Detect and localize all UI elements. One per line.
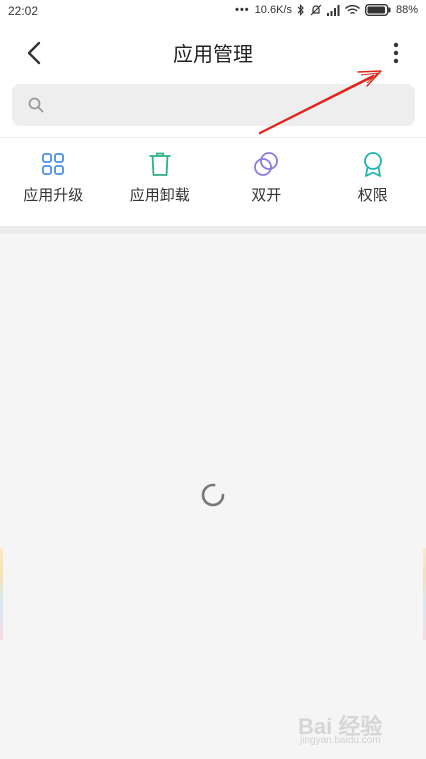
action-app-uninstall[interactable]: 应用卸载 bbox=[107, 150, 214, 220]
title-bar: 应用管理 bbox=[0, 24, 426, 82]
trash-icon bbox=[148, 152, 171, 176]
action-label-permissions: 权限 bbox=[357, 186, 388, 204]
notification-dots: ••• bbox=[235, 4, 250, 16]
action-permissions[interactable]: 权限 bbox=[320, 150, 426, 220]
page-title: 应用管理 bbox=[173, 42, 253, 66]
dual-circle-icon bbox=[254, 152, 279, 176]
more-options-icon[interactable] bbox=[386, 36, 406, 70]
battery-percent: 88% bbox=[395, 4, 418, 16]
action-label-dual: 双开 bbox=[251, 186, 282, 204]
grid-icon bbox=[42, 153, 65, 175]
status-bar: 22:02 ••• 10.6K/s 88% bbox=[0, 0, 426, 24]
action-label-update: 应用升级 bbox=[23, 186, 84, 204]
search-bar[interactable] bbox=[12, 84, 415, 128]
divider bbox=[0, 137, 426, 138]
search-input[interactable] bbox=[54, 84, 408, 128]
watermark-url: jingyan.baidu.com bbox=[300, 735, 381, 746]
search-icon bbox=[28, 97, 44, 113]
action-label-uninstall: 应用卸载 bbox=[129, 186, 190, 204]
status-icons: ••• 10.6K/s 88% bbox=[235, 4, 418, 16]
alarm-off-icon bbox=[310, 4, 322, 16]
wifi-icon bbox=[344, 4, 360, 14]
action-shortcuts: 应用升级 应用卸载 双开 权限 bbox=[0, 150, 426, 220]
battery-icon bbox=[364, 4, 391, 16]
action-dual-apps[interactable]: 双开 bbox=[213, 150, 320, 220]
section-separator bbox=[0, 226, 426, 234]
action-app-update[interactable]: 应用升级 bbox=[0, 150, 107, 220]
bluetooth-icon bbox=[297, 4, 304, 16]
badge-icon bbox=[363, 152, 382, 177]
signal-icon bbox=[326, 4, 340, 16]
watermark: Bai 经验 jingyan.baidu.com bbox=[298, 709, 418, 749]
left-edge-decoration bbox=[0, 548, 3, 640]
loading-spinner-icon bbox=[201, 483, 225, 507]
network-speed: 10.6K/s bbox=[254, 4, 292, 16]
status-time: 22:02 bbox=[8, 4, 39, 18]
